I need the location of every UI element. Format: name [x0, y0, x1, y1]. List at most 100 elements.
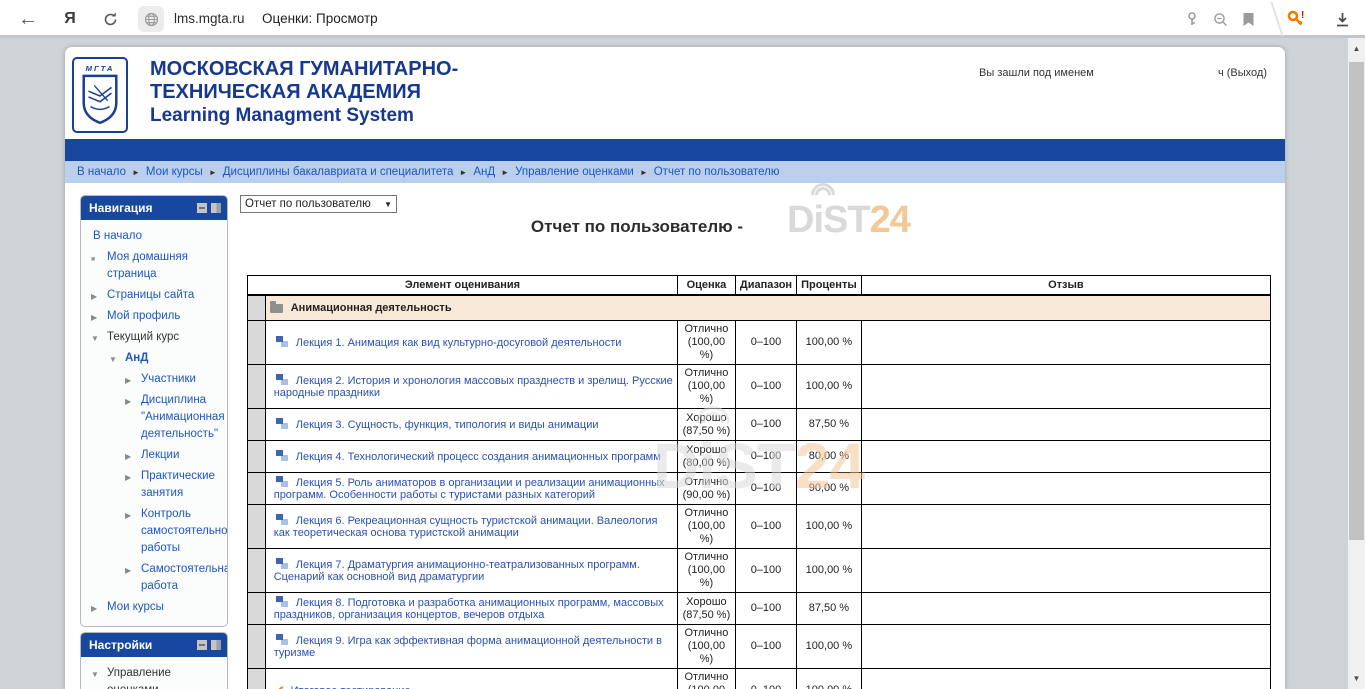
sidebar-nav-item[interactable]: ▶ Лекции	[85, 445, 223, 466]
sidebar-nav-item[interactable]: ▶ Участники	[85, 369, 223, 390]
expand-icon[interactable]: ▶	[91, 600, 97, 617]
breadcrumb-link[interactable]: Управление оценками	[515, 166, 634, 178]
grade-item-link[interactable]: Лекция 8. Подготовка и разработка анимац…	[274, 597, 664, 621]
grade-item-link[interactable]: Лекция 4. Технологический процесс создан…	[296, 451, 661, 463]
zoom-icon[interactable]	[1208, 7, 1232, 31]
vertical-scrollbar[interactable]: ▲ ▼	[1348, 38, 1365, 689]
password-key-icon[interactable]	[1180, 7, 1204, 31]
grade-cell: Хорошо (80,00 %)	[677, 441, 735, 473]
back-icon[interactable]: ←	[16, 7, 40, 31]
expand-icon[interactable]: ▼	[91, 330, 99, 347]
sidebar-nav-item[interactable]: ▶ Контроль самостоятельной работы	[85, 504, 223, 559]
grade-item-link[interactable]: Итоговое тестирование	[291, 684, 411, 689]
grade-item-link[interactable]: Лекция 3. Сущность, функция, типология и…	[296, 419, 599, 431]
expand-icon[interactable]: ▼	[109, 351, 117, 368]
breadcrumb-link[interactable]: В начало	[77, 166, 126, 178]
login-text: Вы зашли под именем	[979, 67, 1094, 79]
bookmark-icon[interactable]	[1236, 7, 1260, 31]
percent-cell: 87,50 %	[797, 409, 862, 441]
sidebar-nav-label[interactable]: Моя домашняя страница	[107, 251, 188, 280]
expand-icon[interactable]: ▶	[125, 448, 131, 465]
expand-icon[interactable]: ▶	[125, 469, 131, 486]
chevron-down-icon: ▼	[384, 200, 392, 209]
sidebar-nav-label[interactable]: Мои курсы	[107, 601, 164, 613]
sidebar-settings-item[interactable]: ▼ Управление оценками	[85, 663, 223, 689]
sidebar-nav-item[interactable]: ▶ Мои курсы	[85, 597, 223, 618]
academy-title-line2: ТЕХНИЧЕСКАЯ АКАДЕМИЯ	[150, 81, 458, 104]
sidebar-nav-item[interactable]: ▶ Самостоятельная работа	[85, 559, 223, 597]
sidebar-nav-label[interactable]: АнД	[125, 352, 148, 364]
feedback-cell	[861, 441, 1270, 473]
grade-item-link[interactable]: Лекция 5. Роль аниматоров в организации …	[274, 477, 665, 501]
grade-percent-paren: (87,50 %)	[682, 609, 731, 622]
grade-item-link[interactable]: Лекция 7. Драматургия анимационно-театра…	[274, 559, 640, 583]
expand-icon[interactable]: ▼	[91, 666, 99, 683]
password-alert-icon[interactable]: !	[1284, 7, 1308, 31]
grade-word: Отлично	[682, 367, 731, 380]
folder-icon	[270, 304, 283, 313]
grade-item-cell: ✔Лекция 5. Роль аниматоров в организации…	[265, 473, 677, 505]
sidebar-nav-label[interactable]: Самостоятельная работа	[141, 563, 228, 592]
block-minimize-icon[interactable]	[197, 203, 207, 213]
indent-cell	[248, 473, 266, 505]
sidebar-nav-label[interactable]: Страницы сайта	[107, 289, 194, 301]
navigation-block-header: Навигация	[81, 196, 227, 220]
sidebar-nav-label[interactable]: Практические занятия	[141, 470, 215, 499]
expand-icon[interactable]: ▶	[125, 393, 131, 410]
sidebar-nav-label[interactable]: Контроль самостоятельной работы	[141, 508, 228, 554]
sidebar-nav-item[interactable]: ▶ Практические занятия	[85, 466, 223, 504]
grade-item-link[interactable]: Лекция 1. Анимация как вид культурно-дос…	[296, 337, 622, 349]
mgta-logo[interactable]: МГТА	[72, 57, 128, 133]
scroll-up-icon[interactable]: ▲	[1348, 40, 1365, 57]
expand-icon[interactable]: ■	[91, 251, 95, 268]
expand-icon[interactable]: ▶	[91, 288, 97, 305]
block-dock-icon[interactable]	[211, 203, 221, 213]
lesson-icon	[276, 514, 283, 520]
scrollbar-thumb[interactable]	[1349, 62, 1364, 540]
grade-item-link[interactable]: Лекция 6. Рекреационная сущность туристс…	[274, 515, 658, 539]
logout-link[interactable]: ч (Выход)	[1218, 67, 1267, 79]
sidebar-nav-item[interactable]: ▶ Страницы сайта	[85, 285, 223, 306]
sidebar-nav-item[interactable]: ▶ Дисциплина "Анимационная деятельность"	[85, 390, 223, 445]
address-bar-url[interactable]: lms.mgta.ru	[174, 11, 245, 26]
sidebar-nav-item[interactable]: В начало	[85, 226, 223, 247]
grade-item-link[interactable]: Лекция 9. Игра как эффективная форма ани…	[274, 635, 662, 659]
expand-icon[interactable]: ▶	[125, 507, 131, 524]
breadcrumb-link[interactable]: Мои курсы	[146, 166, 203, 178]
navigation-block: Навигация В начало ■ Моя домашняя с	[80, 195, 228, 627]
sidebar-settings-label[interactable]: Управление оценками	[107, 667, 171, 689]
grade-cell: Отлично (100,00 %)	[677, 321, 735, 365]
sidebar-nav-label[interactable]: Лекции	[141, 449, 179, 461]
table-row: ✔Лекция 6. Рекреационная сущность турист…	[248, 505, 1271, 549]
breadcrumb-link[interactable]: Отчет по пользователю	[654, 166, 780, 178]
block-dock-icon[interactable]	[211, 640, 221, 650]
sidebar-nav-label[interactable]: Дисциплина "Анимационная деятельность"	[141, 394, 225, 440]
sidebar-nav-item[interactable]: ▶ Мой профиль	[85, 306, 223, 327]
breadcrumb-link[interactable]: Дисциплины бакалавриата и специалитета	[223, 166, 454, 178]
expand-icon[interactable]: ▶	[125, 562, 131, 579]
sidebar-nav-item[interactable]: ▼ Текущий курс	[85, 327, 223, 348]
expand-icon[interactable]: ▶	[91, 309, 97, 326]
feedback-cell	[861, 593, 1270, 625]
sidebar-nav-item[interactable]: ▼ АнД	[85, 348, 223, 369]
download-icon[interactable]	[1330, 7, 1354, 31]
refresh-icon[interactable]	[98, 7, 122, 31]
sidebar-nav-item[interactable]: ■ Моя домашняя страница	[85, 247, 223, 285]
sidebar-nav-label[interactable]: В начало	[93, 230, 142, 242]
sidebar-nav-label[interactable]: Мой профиль	[107, 310, 180, 322]
range-cell: 0–100	[735, 441, 796, 473]
block-minimize-icon[interactable]	[197, 640, 207, 650]
top-navigation	[65, 139, 1285, 161]
user-login-info: Вы зашли под именем ч (Выход)	[979, 67, 1267, 79]
report-type-select[interactable]: Отчет по пользователю ▼	[240, 195, 397, 213]
yandex-icon[interactable]: Я	[58, 7, 82, 31]
col-header-percent: Проценты	[797, 276, 862, 296]
breadcrumb-link[interactable]: АнД	[473, 166, 495, 178]
grade-item-link[interactable]: Лекция 2. История и хронология массовых …	[274, 375, 673, 399]
scroll-down-icon[interactable]: ▼	[1348, 670, 1365, 687]
indent-cell	[248, 549, 266, 593]
sidebar-nav-label[interactable]: Текущий курс	[107, 331, 179, 343]
grade-cell: Отлично (100,00 %)	[677, 669, 735, 689]
sidebar-nav-label[interactable]: Участники	[141, 373, 196, 385]
expand-icon[interactable]: ▶	[125, 372, 131, 389]
